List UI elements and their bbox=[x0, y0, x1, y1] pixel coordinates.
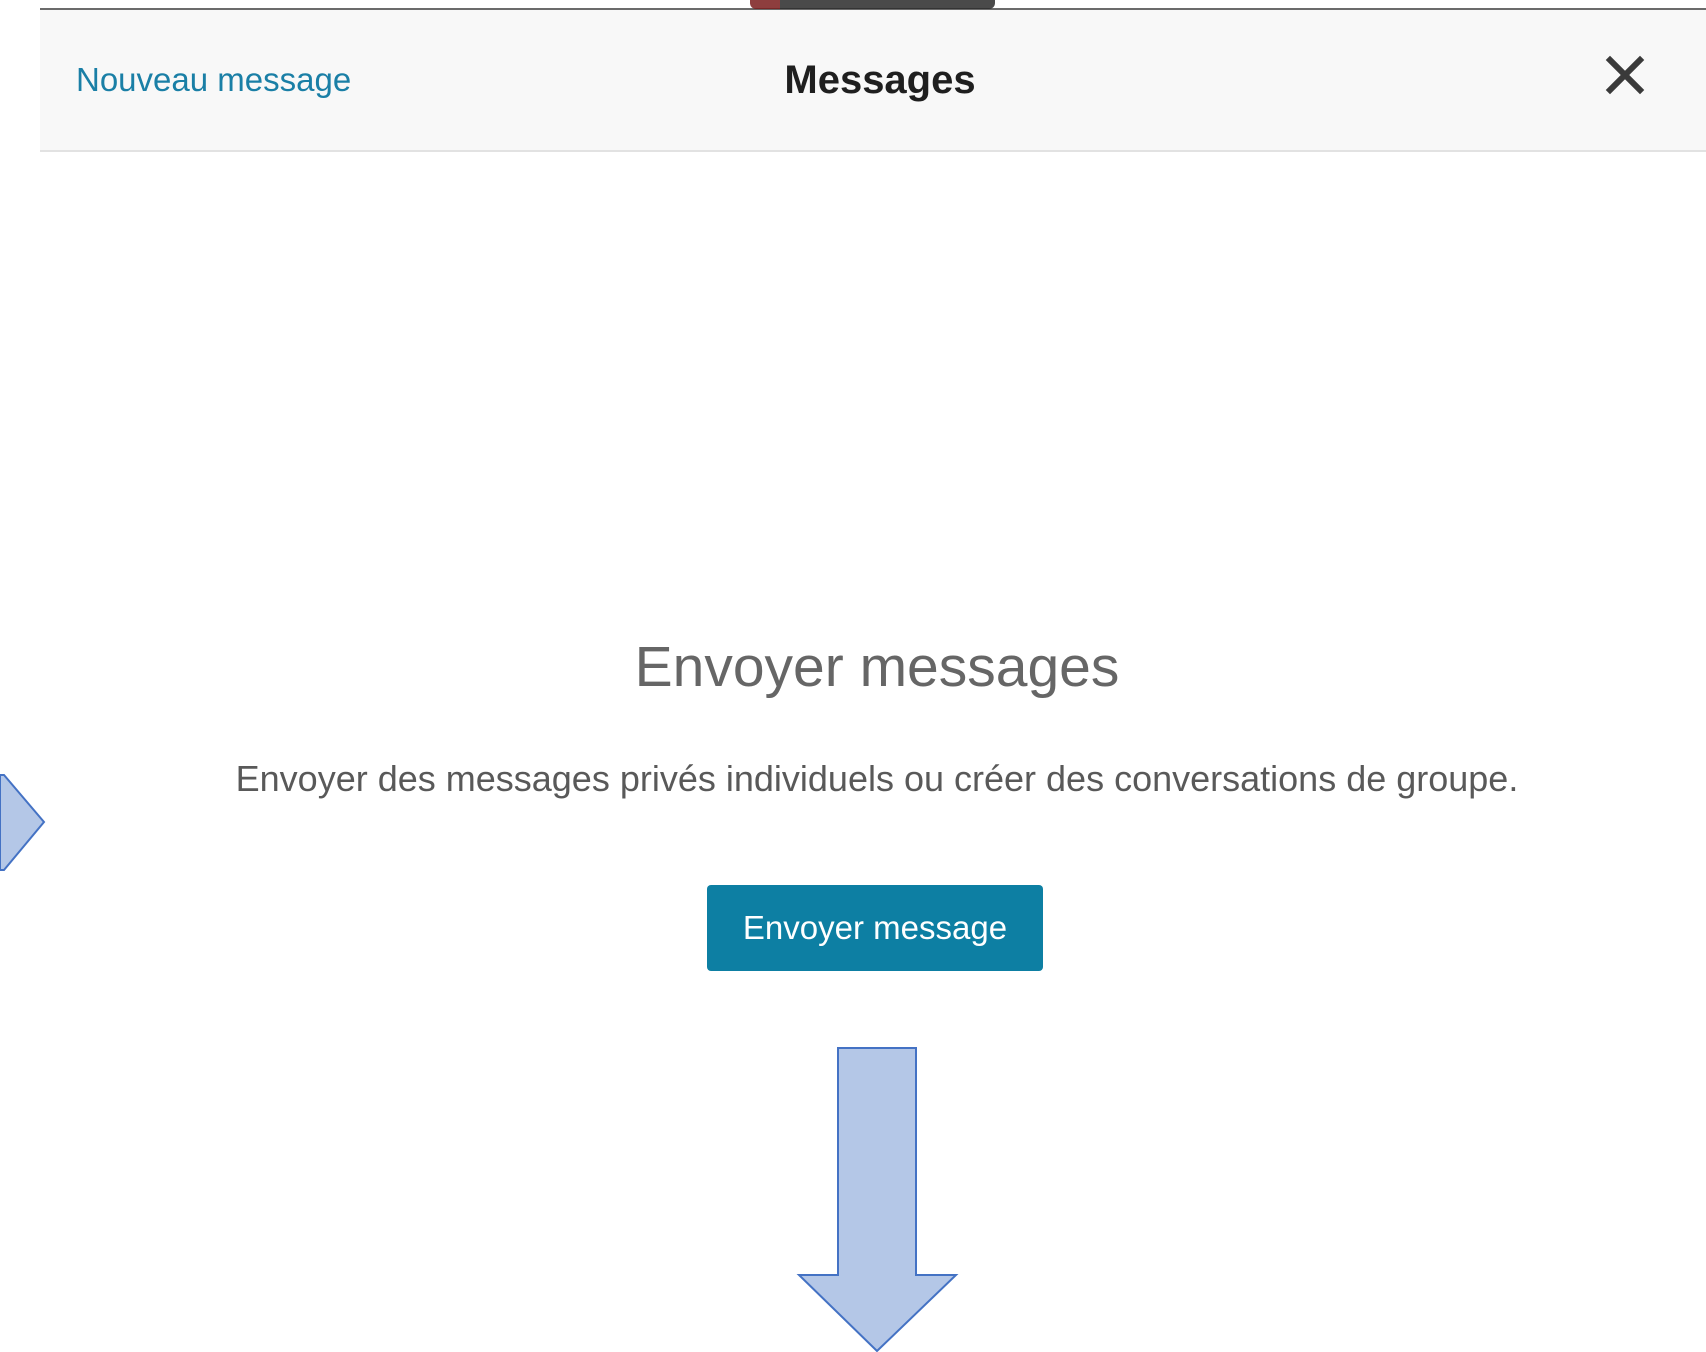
send-message-button-label: Envoyer message bbox=[742, 909, 1008, 946]
empty-state-description: Envoyer des messages privés individuels … bbox=[235, 758, 1519, 799]
messages-screen: Nouveau message Messages Envoyer message… bbox=[0, 0, 1706, 1352]
close-button[interactable] bbox=[1600, 50, 1650, 100]
send-message-button[interactable]: Envoyer message bbox=[707, 885, 1043, 971]
empty-state: Envoyer messages Envoyer des messages pr… bbox=[40, 152, 1706, 1352]
close-icon bbox=[1605, 55, 1645, 95]
chevron-right-icon bbox=[0, 774, 46, 871]
empty-state-title: Envoyer messages bbox=[634, 635, 1120, 699]
messages-panel-header: Nouveau message Messages bbox=[40, 10, 1706, 152]
panel-title: Messages bbox=[784, 58, 976, 102]
background-logo-peek bbox=[750, 0, 995, 9]
